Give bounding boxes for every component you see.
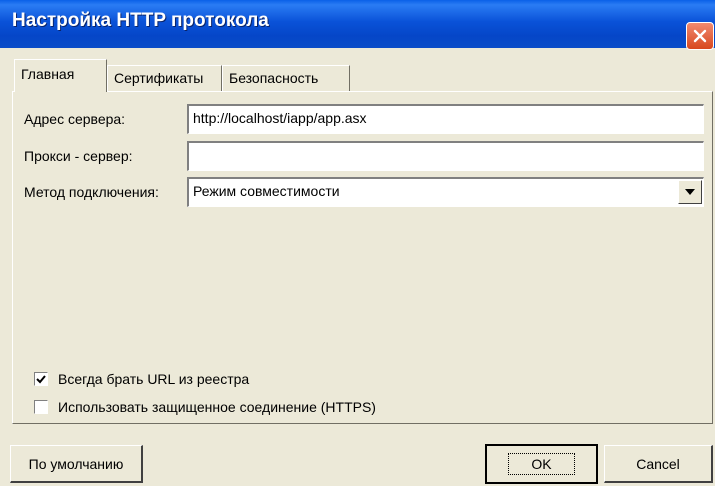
- https-label: Использовать защищенное соединение (HTTP…: [58, 399, 376, 415]
- server-address-input[interactable]: http://localhost/iapp/app.asx: [187, 104, 704, 134]
- server-address-label: Адрес сервера:: [24, 111, 126, 127]
- always-url-option[interactable]: Всегда брать URL из реестра: [34, 371, 249, 387]
- always-url-checkbox[interactable]: [34, 372, 48, 386]
- connection-method-select[interactable]: Режим совместимости: [187, 177, 704, 207]
- tab-main[interactable]: Главная: [14, 59, 107, 92]
- https-option[interactable]: Использовать защищенное соединение (HTTP…: [34, 399, 376, 415]
- https-checkbox[interactable]: [34, 400, 48, 414]
- ok-button[interactable]: OK: [485, 444, 598, 484]
- cancel-button[interactable]: Cancel: [604, 445, 713, 483]
- window-title: Настройка HTTP протокола: [12, 10, 269, 31]
- ok-button-label: OK: [508, 453, 575, 475]
- connection-method-value: Режим совместимости: [193, 183, 340, 199]
- default-button[interactable]: По умолчанию: [10, 445, 143, 483]
- tab-security[interactable]: Безопасность: [222, 65, 350, 91]
- connection-method-label: Метод подключения:: [24, 184, 159, 200]
- close-icon: [693, 29, 707, 43]
- tab-certificates[interactable]: Сертификаты: [107, 65, 222, 91]
- dropdown-button[interactable]: [678, 180, 702, 204]
- checkmark-icon: [36, 375, 46, 384]
- chevron-down-icon: [685, 189, 695, 195]
- close-button[interactable]: [686, 22, 714, 50]
- proxy-label: Прокси - сервер:: [24, 148, 133, 164]
- proxy-input[interactable]: [187, 141, 704, 171]
- title-bar[interactable]: Настройка HTTP протокола: [0, 0, 715, 48]
- always-url-label: Всегда брать URL из реестра: [58, 371, 250, 387]
